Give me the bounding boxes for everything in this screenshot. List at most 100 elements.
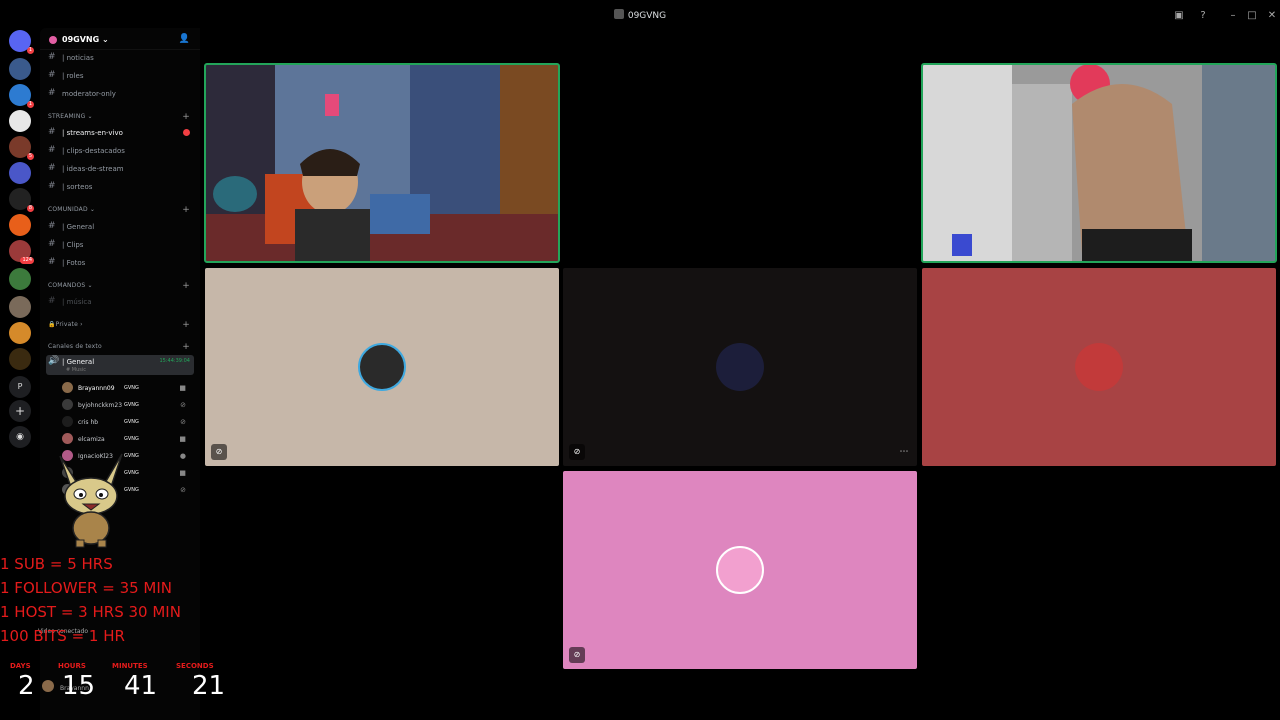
hash-icon: # bbox=[48, 257, 56, 267]
server-badge-icon bbox=[49, 36, 57, 44]
unread-badge bbox=[183, 129, 190, 136]
channel-noticias[interactable]: # | noticias bbox=[46, 51, 194, 65]
category-label: STREAMING bbox=[48, 113, 86, 120]
category-comunidad[interactable]: COMUNIDAD ⌄ + bbox=[48, 205, 194, 216]
category-private[interactable]: 🔒Private › + bbox=[48, 320, 194, 331]
help-icon[interactable]: ? bbox=[1196, 9, 1210, 23]
channel-label: | Fotos bbox=[62, 259, 86, 267]
channel-moderator-only[interactable]: # moderator-only bbox=[46, 87, 194, 101]
video-tile-webcam[interactable] bbox=[921, 63, 1277, 263]
mic-muted-icon: ⊘ bbox=[180, 486, 186, 494]
server-icon[interactable]: 1 bbox=[9, 84, 34, 108]
category-label: Private bbox=[55, 321, 78, 328]
server-icon[interactable] bbox=[9, 268, 31, 290]
video-tile-empty[interactable] bbox=[563, 64, 917, 262]
mic-muted-icon: ⊘ bbox=[569, 444, 585, 460]
video-icon: ■ bbox=[179, 469, 186, 477]
server-icon[interactable]: 8 bbox=[9, 188, 34, 212]
channel-musica[interactable]: # | música bbox=[46, 295, 194, 309]
avatar bbox=[1075, 343, 1123, 391]
video-tile-avatar[interactable]: ⊘ bbox=[205, 268, 559, 466]
channel-label: | sorteos bbox=[62, 183, 93, 191]
video-tile-webcam[interactable] bbox=[204, 63, 560, 263]
activity-icon: ● bbox=[179, 452, 186, 460]
inbox-icon[interactable]: ▣ bbox=[1172, 9, 1186, 23]
hash-icon: # bbox=[48, 221, 56, 231]
add-channel-icon[interactable]: + bbox=[182, 112, 190, 122]
category-label: Canales de texto bbox=[48, 343, 102, 350]
voice-user[interactable]: byjohnckkm23 GVNG ⊘ bbox=[62, 397, 192, 413]
voice-user[interactable]: Brayannn09 GVNG ■ bbox=[62, 380, 192, 396]
server-icon-active[interactable] bbox=[9, 110, 31, 132]
category-canales-de-texto[interactable]: Canales de texto + bbox=[48, 342, 194, 353]
voice-connected-status[interactable]: Video conectado bbox=[38, 625, 194, 639]
channel-label: | noticias bbox=[62, 54, 94, 62]
badge: 124 bbox=[20, 257, 34, 264]
voice-channel-general[interactable]: 🔊 | General # Music 15:44:39:04 bbox=[46, 355, 194, 375]
channel-streams-en-vivo[interactable]: # | streams-en-vivo bbox=[46, 126, 194, 140]
webcam-video-image bbox=[922, 64, 1276, 262]
maximize-button[interactable]: □ bbox=[1245, 9, 1259, 23]
server-icon[interactable] bbox=[9, 322, 31, 344]
channel-ideas-de-stream[interactable]: # | ideas-de-stream bbox=[46, 162, 194, 176]
channel-general-text[interactable]: # | General bbox=[46, 220, 194, 234]
server-icon[interactable] bbox=[9, 214, 31, 236]
invite-icon[interactable]: 👤 bbox=[179, 34, 190, 44]
server-icon[interactable] bbox=[9, 58, 31, 80]
category-streaming[interactable]: STREAMING ⌄ + bbox=[48, 112, 194, 123]
server-name[interactable]: 09GVNG ⌄ bbox=[62, 35, 109, 44]
channel-label: | Clips bbox=[62, 241, 84, 249]
video-tile-avatar[interactable]: ⊘ bbox=[563, 471, 917, 669]
channel-clips[interactable]: # | Clips bbox=[46, 238, 194, 252]
server-icon[interactable]: 124 bbox=[9, 240, 34, 264]
user-tag: GVNG bbox=[124, 402, 139, 408]
speaker-icon: 🔊 bbox=[48, 356, 60, 366]
mascot-image bbox=[59, 453, 123, 548]
channel-label: | ideas-de-stream bbox=[62, 165, 124, 173]
mic-muted-icon: ⊘ bbox=[569, 647, 585, 663]
category-comandos[interactable]: COMANDOS ⌄ + bbox=[48, 281, 194, 292]
voice-user[interactable]: elcamiza GVNG ■ bbox=[62, 431, 192, 447]
close-button[interactable]: ✕ bbox=[1265, 9, 1279, 23]
video-tile-avatar[interactable] bbox=[922, 268, 1276, 466]
hash-icon: # bbox=[48, 296, 56, 306]
minimize-button[interactable]: – bbox=[1226, 9, 1240, 23]
more-options-icon[interactable]: ⋯ bbox=[897, 446, 911, 460]
channel-roles[interactable]: # | roles bbox=[46, 69, 194, 83]
channel-clips-destacados[interactable]: # | clips-destacados bbox=[46, 144, 194, 158]
user-name: byjohnckkm23 bbox=[78, 402, 123, 409]
video-tile-avatar[interactable]: ⊘ ⋯ bbox=[563, 268, 917, 466]
hash-icon: # bbox=[48, 70, 56, 80]
voice-user[interactable]: cris hb GVNG ⊘ bbox=[62, 414, 192, 430]
add-channel-icon[interactable]: + bbox=[182, 281, 190, 291]
user-tag: GVNG bbox=[124, 385, 139, 391]
add-channel-icon[interactable]: + bbox=[182, 342, 190, 352]
channel-label: | streams-en-vivo bbox=[62, 129, 123, 137]
server-header[interactable]: 09GVNG ⌄ 👤 bbox=[40, 28, 200, 50]
mic-muted-icon: ⊘ bbox=[180, 418, 186, 426]
channel-sorteos[interactable]: # | sorteos bbox=[46, 180, 194, 194]
webcam-video-image bbox=[205, 64, 559, 262]
badge: 1 bbox=[26, 47, 34, 54]
channel-label: | General bbox=[62, 358, 95, 366]
add-channel-icon[interactable]: + bbox=[182, 205, 190, 215]
channel-label: | música bbox=[62, 298, 92, 306]
server-icon[interactable]: 5 bbox=[9, 136, 34, 160]
channel-fotos[interactable]: # | Fotos bbox=[46, 256, 194, 270]
server-icon[interactable]: P bbox=[9, 376, 31, 398]
discord-app: 09GVNG ▣ ? – □ ✕ 1 1 5 8 124 P + ◉ 09GVN… bbox=[0, 0, 1280, 720]
add-channel-icon[interactable]: + bbox=[182, 320, 190, 330]
avatar bbox=[358, 343, 406, 391]
user-panel[interactable]: Brayannn bbox=[42, 680, 194, 694]
channel-sidebar: 09GVNG ⌄ 👤 # | noticias # | roles # moderat… bbox=[38, 28, 200, 720]
home-icon[interactable]: 1 bbox=[9, 30, 34, 54]
user-name: cris hb bbox=[78, 419, 99, 426]
add-server-icon[interactable]: + bbox=[9, 400, 31, 422]
server-icon[interactable] bbox=[9, 348, 31, 370]
discover-icon[interactable]: ◉ bbox=[9, 426, 31, 448]
server-icon[interactable] bbox=[9, 162, 31, 184]
server-icon[interactable] bbox=[9, 296, 31, 318]
hash-icon: # bbox=[48, 52, 56, 62]
badge: 8 bbox=[26, 205, 34, 212]
channel-label: moderator-only bbox=[62, 90, 116, 98]
